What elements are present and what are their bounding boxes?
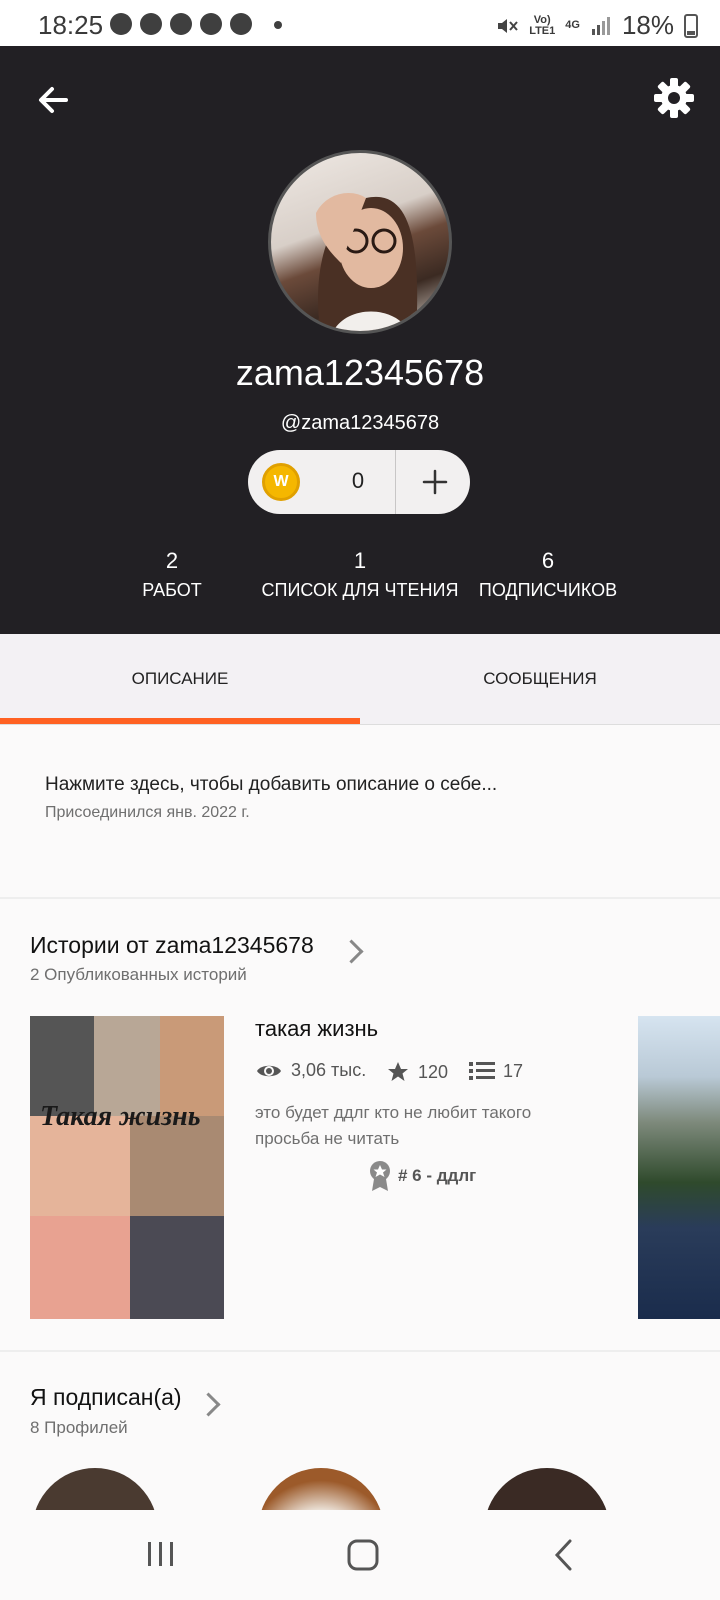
eye-icon	[257, 1065, 281, 1076]
snapchat-icon	[200, 13, 222, 35]
cover-photo	[30, 1216, 130, 1319]
back-nav-icon[interactable]	[552, 1538, 576, 1572]
story-parts: 17	[469, 1060, 523, 1082]
avatar[interactable]	[268, 150, 452, 334]
whatsapp-icon	[110, 13, 132, 35]
cover-title: Такая жизнь	[40, 1101, 201, 1132]
stories-count: 2 Опубликованных историй	[30, 965, 247, 984]
back-arrow-icon	[39, 87, 68, 113]
settings-button[interactable]	[650, 74, 698, 122]
votes-count: 120	[418, 1061, 449, 1082]
volte-label: Vo) LTE1	[529, 13, 556, 37]
profile-username: zama12345678	[235, 352, 485, 393]
following-section-title[interactable]: Я подписан(а)	[30, 1384, 182, 1411]
stat-followers[interactable]: 6 ПОДПИСЧИКОВ	[438, 548, 658, 601]
rank-label: # 6 - ддлг	[398, 1166, 477, 1185]
avatar-photo	[316, 193, 418, 331]
profile-tabs: ОПИСАНИЕ СООБЩЕНИЯ	[0, 634, 720, 725]
story-reads: 3,06 тыс.	[255, 1060, 366, 1081]
stat-value: 1	[353, 548, 367, 573]
divider	[0, 724, 720, 725]
snapchat-icon	[170, 13, 192, 35]
stat-value: 2	[165, 548, 179, 573]
home-icon[interactable]	[346, 1538, 380, 1572]
snapchat-icon	[140, 13, 162, 35]
stat-reading-lists[interactable]: 1 СПИСОК ДЛЯ ЧТЕНИЯ	[250, 548, 470, 601]
stat-label: РАБОТ	[142, 580, 202, 600]
list-icon	[469, 1062, 495, 1080]
status-time: 18:25	[38, 10, 104, 40]
joined-date: Присоединился янв. 2022 г.	[45, 804, 250, 821]
parts-count: 17	[503, 1060, 524, 1081]
reads-count: 3,06 тыс.	[291, 1060, 367, 1080]
stat-label: ПОДПИСЧИКОВ	[478, 580, 618, 600]
stat-label: СПИСОК ДЛЯ ЧТЕНИЯ	[261, 580, 459, 600]
profile-header	[0, 46, 720, 634]
following-count: 8 Профилей	[30, 1418, 128, 1437]
story-description: это будет ддлг кто не любит такого прось…	[255, 1103, 532, 1148]
story-votes: 120	[386, 1060, 448, 1084]
story-rank[interactable]: # 6 - ддлг	[368, 1160, 476, 1192]
stat-works[interactable]: 2 РАБОТ	[62, 548, 282, 601]
back-button[interactable]	[32, 78, 76, 122]
status-bar: 18:25 Vo) LTE1 4G 18%	[0, 0, 720, 46]
buy-coins-button[interactable]	[398, 450, 470, 514]
battery-icon	[684, 13, 698, 38]
divider	[0, 1350, 720, 1352]
stat-value: 6	[541, 548, 555, 573]
snapchat-icon	[230, 13, 252, 35]
coin-balance: W 0	[248, 450, 470, 514]
add-description-prompt[interactable]: Нажмите здесь, чтобы добавить описание о…	[45, 774, 497, 796]
story-cover[interactable]: Такая жизнь	[30, 1016, 224, 1319]
chevron-right-icon	[339, 939, 364, 964]
gear-icon	[654, 78, 694, 118]
status-right: Vo) LTE1 4G 18%	[495, 10, 698, 41]
story-title[interactable]: такая жизнь	[255, 1016, 378, 1042]
stories-section-title[interactable]: Истории от zama12345678	[30, 932, 314, 959]
divider	[395, 450, 396, 514]
star-icon	[388, 1062, 408, 1081]
plus-icon	[422, 469, 448, 495]
mute-icon	[498, 18, 518, 33]
divider	[0, 897, 720, 899]
coin-icon: W	[262, 463, 300, 501]
chevron-right-icon	[196, 1392, 221, 1417]
battery-percent: 18%	[621, 10, 674, 40]
ribbon-icon	[370, 1161, 390, 1191]
story-cover[interactable]	[638, 1016, 720, 1319]
system-nav-bar	[0, 1510, 720, 1600]
recent-apps-icon[interactable]	[146, 1538, 176, 1570]
tab-messages[interactable]: СООБЩЕНИЯ	[360, 634, 720, 724]
profile-handle: @zama12345678	[280, 412, 440, 434]
tab-about[interactable]: ОПИСАНИЕ	[0, 634, 360, 724]
network-type: 4G	[565, 19, 580, 31]
signal-icon	[591, 16, 610, 35]
more-notifications-icon	[274, 21, 282, 29]
coin-count: 0	[351, 468, 365, 493]
cover-photo	[130, 1216, 224, 1319]
